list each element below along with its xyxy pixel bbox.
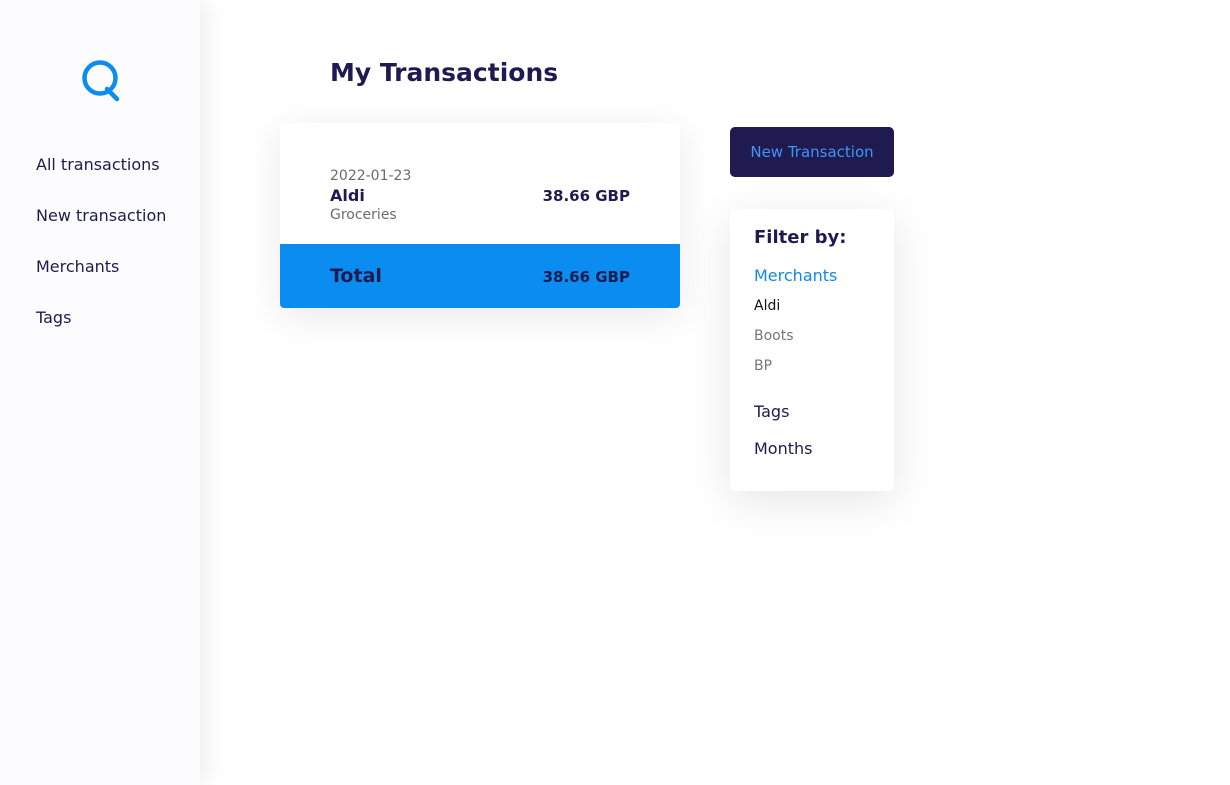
filter-category-merchants[interactable]: Merchants <box>754 266 837 285</box>
transactions-card: 2022-01-23 Aldi Groceries 38.66 GBP Tota… <box>280 123 680 308</box>
filter-option-boots[interactable]: Boots <box>754 328 794 344</box>
filter-panel: Filter by: Merchants Aldi Boots BP Tags … <box>730 209 894 491</box>
filter-category-tags[interactable]: Tags <box>754 402 789 421</box>
new-transaction-button[interactable]: New Transaction <box>730 127 894 177</box>
total-row: Total 38.66 GBP <box>280 244 680 308</box>
page-title: My Transactions <box>330 58 559 87</box>
sidebar-item-tags[interactable]: Tags <box>36 308 71 327</box>
sidebar-item-new-transaction[interactable]: New transaction <box>36 206 166 225</box>
total-amount: 38.66 GBP <box>542 268 630 286</box>
transaction-tag: Groceries <box>330 207 397 223</box>
filter-option-aldi[interactable]: Aldi <box>754 298 780 314</box>
total-label: Total <box>330 265 382 287</box>
filter-title: Filter by: <box>754 227 847 248</box>
transaction-amount: 38.66 GBP <box>542 187 630 205</box>
transaction-date: 2022-01-23 <box>330 168 412 184</box>
transaction-merchant: Aldi <box>330 186 365 205</box>
main-content: My Transactions 2022-01-23 Aldi Grocerie… <box>200 0 1230 785</box>
transaction-row[interactable]: 2022-01-23 Aldi Groceries 38.66 GBP <box>280 123 680 244</box>
filter-option-bp[interactable]: BP <box>754 358 772 374</box>
sidebar: All transactions New transaction Merchan… <box>0 0 200 785</box>
filter-category-months[interactable]: Months <box>754 439 812 458</box>
sidebar-item-all-transactions[interactable]: All transactions <box>36 155 160 174</box>
q-logo-icon[interactable] <box>80 58 122 104</box>
sidebar-item-merchants[interactable]: Merchants <box>36 257 119 276</box>
